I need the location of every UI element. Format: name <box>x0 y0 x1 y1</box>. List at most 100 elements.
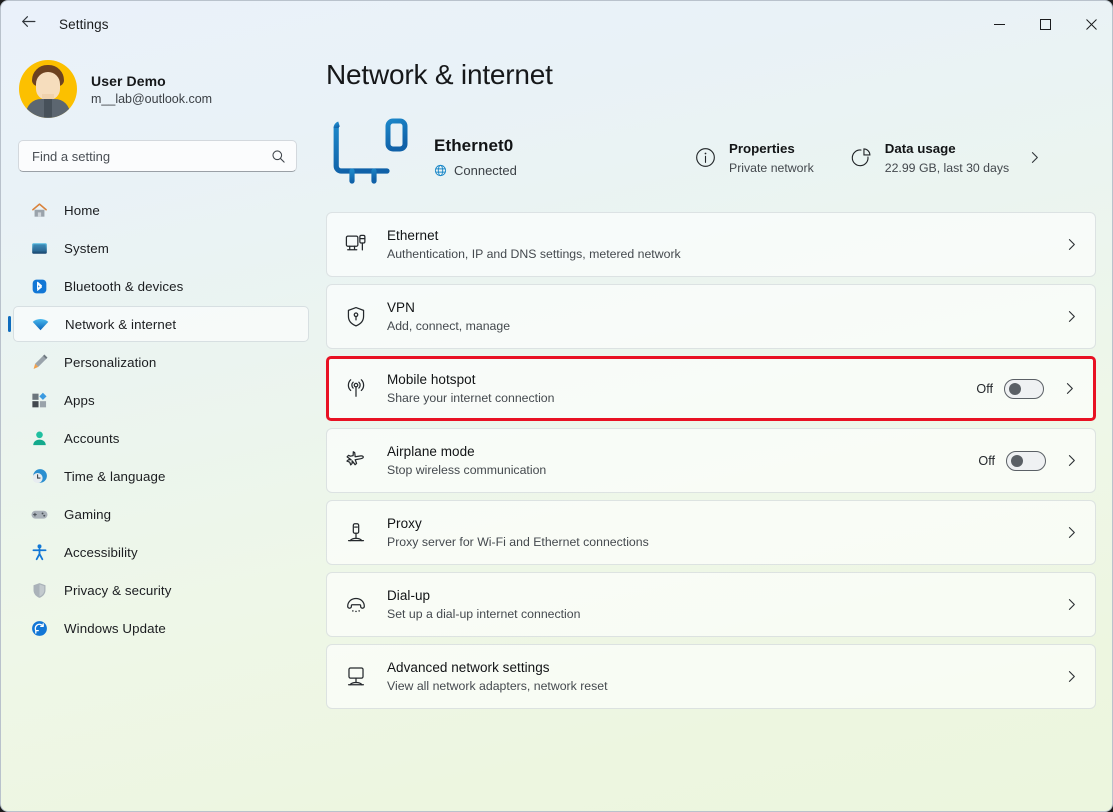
clock-icon <box>28 465 50 487</box>
sidebar-item-bluetooth[interactable]: Bluetooth & devices <box>13 268 309 304</box>
network-status-text: Connected <box>454 163 517 178</box>
system-icon <box>28 237 50 259</box>
profile-block[interactable]: User Demo m__lab@outlook.com <box>19 60 321 118</box>
page-title: Network & internet <box>326 59 1113 91</box>
network-identity: Ethernet0 Connected <box>434 136 684 178</box>
accessibility-icon <box>28 541 50 563</box>
sidebar-item-apps[interactable]: Apps <box>13 382 309 418</box>
chevron-right-icon[interactable] <box>1064 453 1079 468</box>
title-bar: Settings <box>1 1 1113 47</box>
network-status: Connected <box>434 163 684 178</box>
row-subtitle: Set up a dial-up internet connection <box>387 607 1046 621</box>
search-icon <box>271 149 286 164</box>
sidebar-item-label: Network & internet <box>65 317 176 332</box>
sidebar-item-label: Accessibility <box>64 545 138 560</box>
dialup-icon <box>339 588 373 622</box>
mobile-hotspot-toggle[interactable] <box>1004 379 1044 399</box>
network-name: Ethernet0 <box>434 136 684 156</box>
chevron-right-icon[interactable] <box>1064 597 1079 612</box>
sidebar: User Demo m__lab@outlook.com <box>1 47 321 812</box>
row-title: VPN <box>387 300 1046 315</box>
row-title: Advanced network settings <box>387 660 1046 675</box>
sidebar-item-label: Apps <box>64 393 95 408</box>
sidebar-item-gaming[interactable]: Gaming <box>13 496 309 532</box>
sidebar-item-label: Accounts <box>64 431 120 446</box>
monitor-ethernet-icon <box>326 113 421 201</box>
row-subtitle: Share your internet connection <box>387 391 976 405</box>
row-subtitle: View all network adapters, network reset <box>387 679 1046 693</box>
properties-action[interactable]: Properties Private network <box>692 140 814 175</box>
row-proxy[interactable]: Proxy Proxy server for Wi-Fi and Etherne… <box>326 500 1096 565</box>
settings-window: Settings User Demo m__l <box>0 0 1113 812</box>
toggle-state-label: Off <box>978 454 995 468</box>
sidebar-item-label: Bluetooth & devices <box>64 279 183 294</box>
apps-icon <box>28 389 50 411</box>
toggle-state-label: Off <box>976 382 993 396</box>
settings-list: Ethernet Authentication, IP and DNS sett… <box>326 212 1096 709</box>
minimize-button[interactable] <box>976 1 1022 47</box>
properties-subtitle: Private network <box>729 161 814 175</box>
chevron-right-icon[interactable] <box>1064 237 1079 252</box>
window-controls <box>976 1 1113 47</box>
sidebar-item-time-language[interactable]: Time & language <box>13 458 309 494</box>
search-box[interactable] <box>18 140 297 172</box>
data-usage-action[interactable]: Data usage 22.99 GB, last 30 days <box>848 140 1009 175</box>
close-button[interactable] <box>1068 1 1113 47</box>
account-icon <box>28 427 50 449</box>
main-content: Network & internet <box>321 47 1113 812</box>
sidebar-item-label: Gaming <box>64 507 111 522</box>
row-vpn[interactable]: VPN Add, connect, manage <box>326 284 1096 349</box>
sidebar-item-accessibility[interactable]: Accessibility <box>13 534 309 570</box>
brush-icon <box>28 351 50 373</box>
row-subtitle: Add, connect, manage <box>387 319 1046 333</box>
sidebar-item-windows-update[interactable]: Windows Update <box>13 610 309 646</box>
sidebar-item-label: Privacy & security <box>64 583 171 598</box>
data-usage-title: Data usage <box>885 141 956 156</box>
search-input[interactable] <box>32 149 271 164</box>
back-button[interactable] <box>11 7 45 41</box>
sidebar-item-system[interactable]: System <box>13 230 309 266</box>
sidebar-item-accounts[interactable]: Accounts <box>13 420 309 456</box>
row-subtitle: Proxy server for Wi-Fi and Ethernet conn… <box>387 535 1046 549</box>
airplane-mode-toggle[interactable] <box>1006 451 1046 471</box>
maximize-button[interactable] <box>1022 1 1068 47</box>
ethernet-icon <box>339 228 373 262</box>
home-icon <box>28 199 50 221</box>
row-title: Airplane mode <box>387 444 978 459</box>
hotspot-icon <box>339 372 373 406</box>
pie-chart-icon <box>848 144 874 170</box>
proxy-icon <box>339 516 373 550</box>
row-title: Dial-up <box>387 588 1046 603</box>
sidebar-item-personalization[interactable]: Personalization <box>13 344 309 380</box>
chevron-right-icon[interactable] <box>1064 525 1079 540</box>
update-icon <box>28 617 50 639</box>
airplane-icon <box>339 444 373 478</box>
avatar <box>19 60 77 118</box>
sidebar-item-privacy-security[interactable]: Privacy & security <box>13 572 309 608</box>
row-advanced-network-settings[interactable]: Advanced network settings View all netwo… <box>326 644 1096 709</box>
chevron-right-icon[interactable] <box>1064 669 1079 684</box>
app-title: Settings <box>59 17 109 32</box>
row-subtitle: Authentication, IP and DNS settings, met… <box>387 247 1046 261</box>
sidebar-item-label: Time & language <box>64 469 166 484</box>
back-arrow-icon <box>20 13 37 35</box>
row-ethernet[interactable]: Ethernet Authentication, IP and DNS sett… <box>326 212 1096 277</box>
info-icon <box>692 144 718 170</box>
sidebar-item-label: System <box>64 241 109 256</box>
sidebar-item-home[interactable]: Home <box>13 192 309 228</box>
row-dial-up[interactable]: Dial-up Set up a dial-up internet connec… <box>326 572 1096 637</box>
row-title: Mobile hotspot <box>387 372 976 387</box>
bluetooth-icon <box>28 275 50 297</box>
sidebar-item-label: Windows Update <box>64 621 166 636</box>
sidebar-item-label: Personalization <box>64 355 156 370</box>
sidebar-item-network-internet[interactable]: Network & internet <box>13 306 309 342</box>
chevron-right-icon[interactable] <box>1027 150 1042 165</box>
chevron-right-icon[interactable] <box>1062 381 1077 396</box>
network-header: Ethernet0 Connected <box>326 109 1096 205</box>
globe-icon <box>434 164 447 177</box>
row-mobile-hotspot[interactable]: Mobile hotspot Share your internet conne… <box>326 356 1096 421</box>
row-title: Proxy <box>387 516 1046 531</box>
chevron-right-icon[interactable] <box>1064 309 1079 324</box>
properties-title: Properties <box>729 141 795 156</box>
row-airplane-mode[interactable]: Airplane mode Stop wireless communicatio… <box>326 428 1096 493</box>
